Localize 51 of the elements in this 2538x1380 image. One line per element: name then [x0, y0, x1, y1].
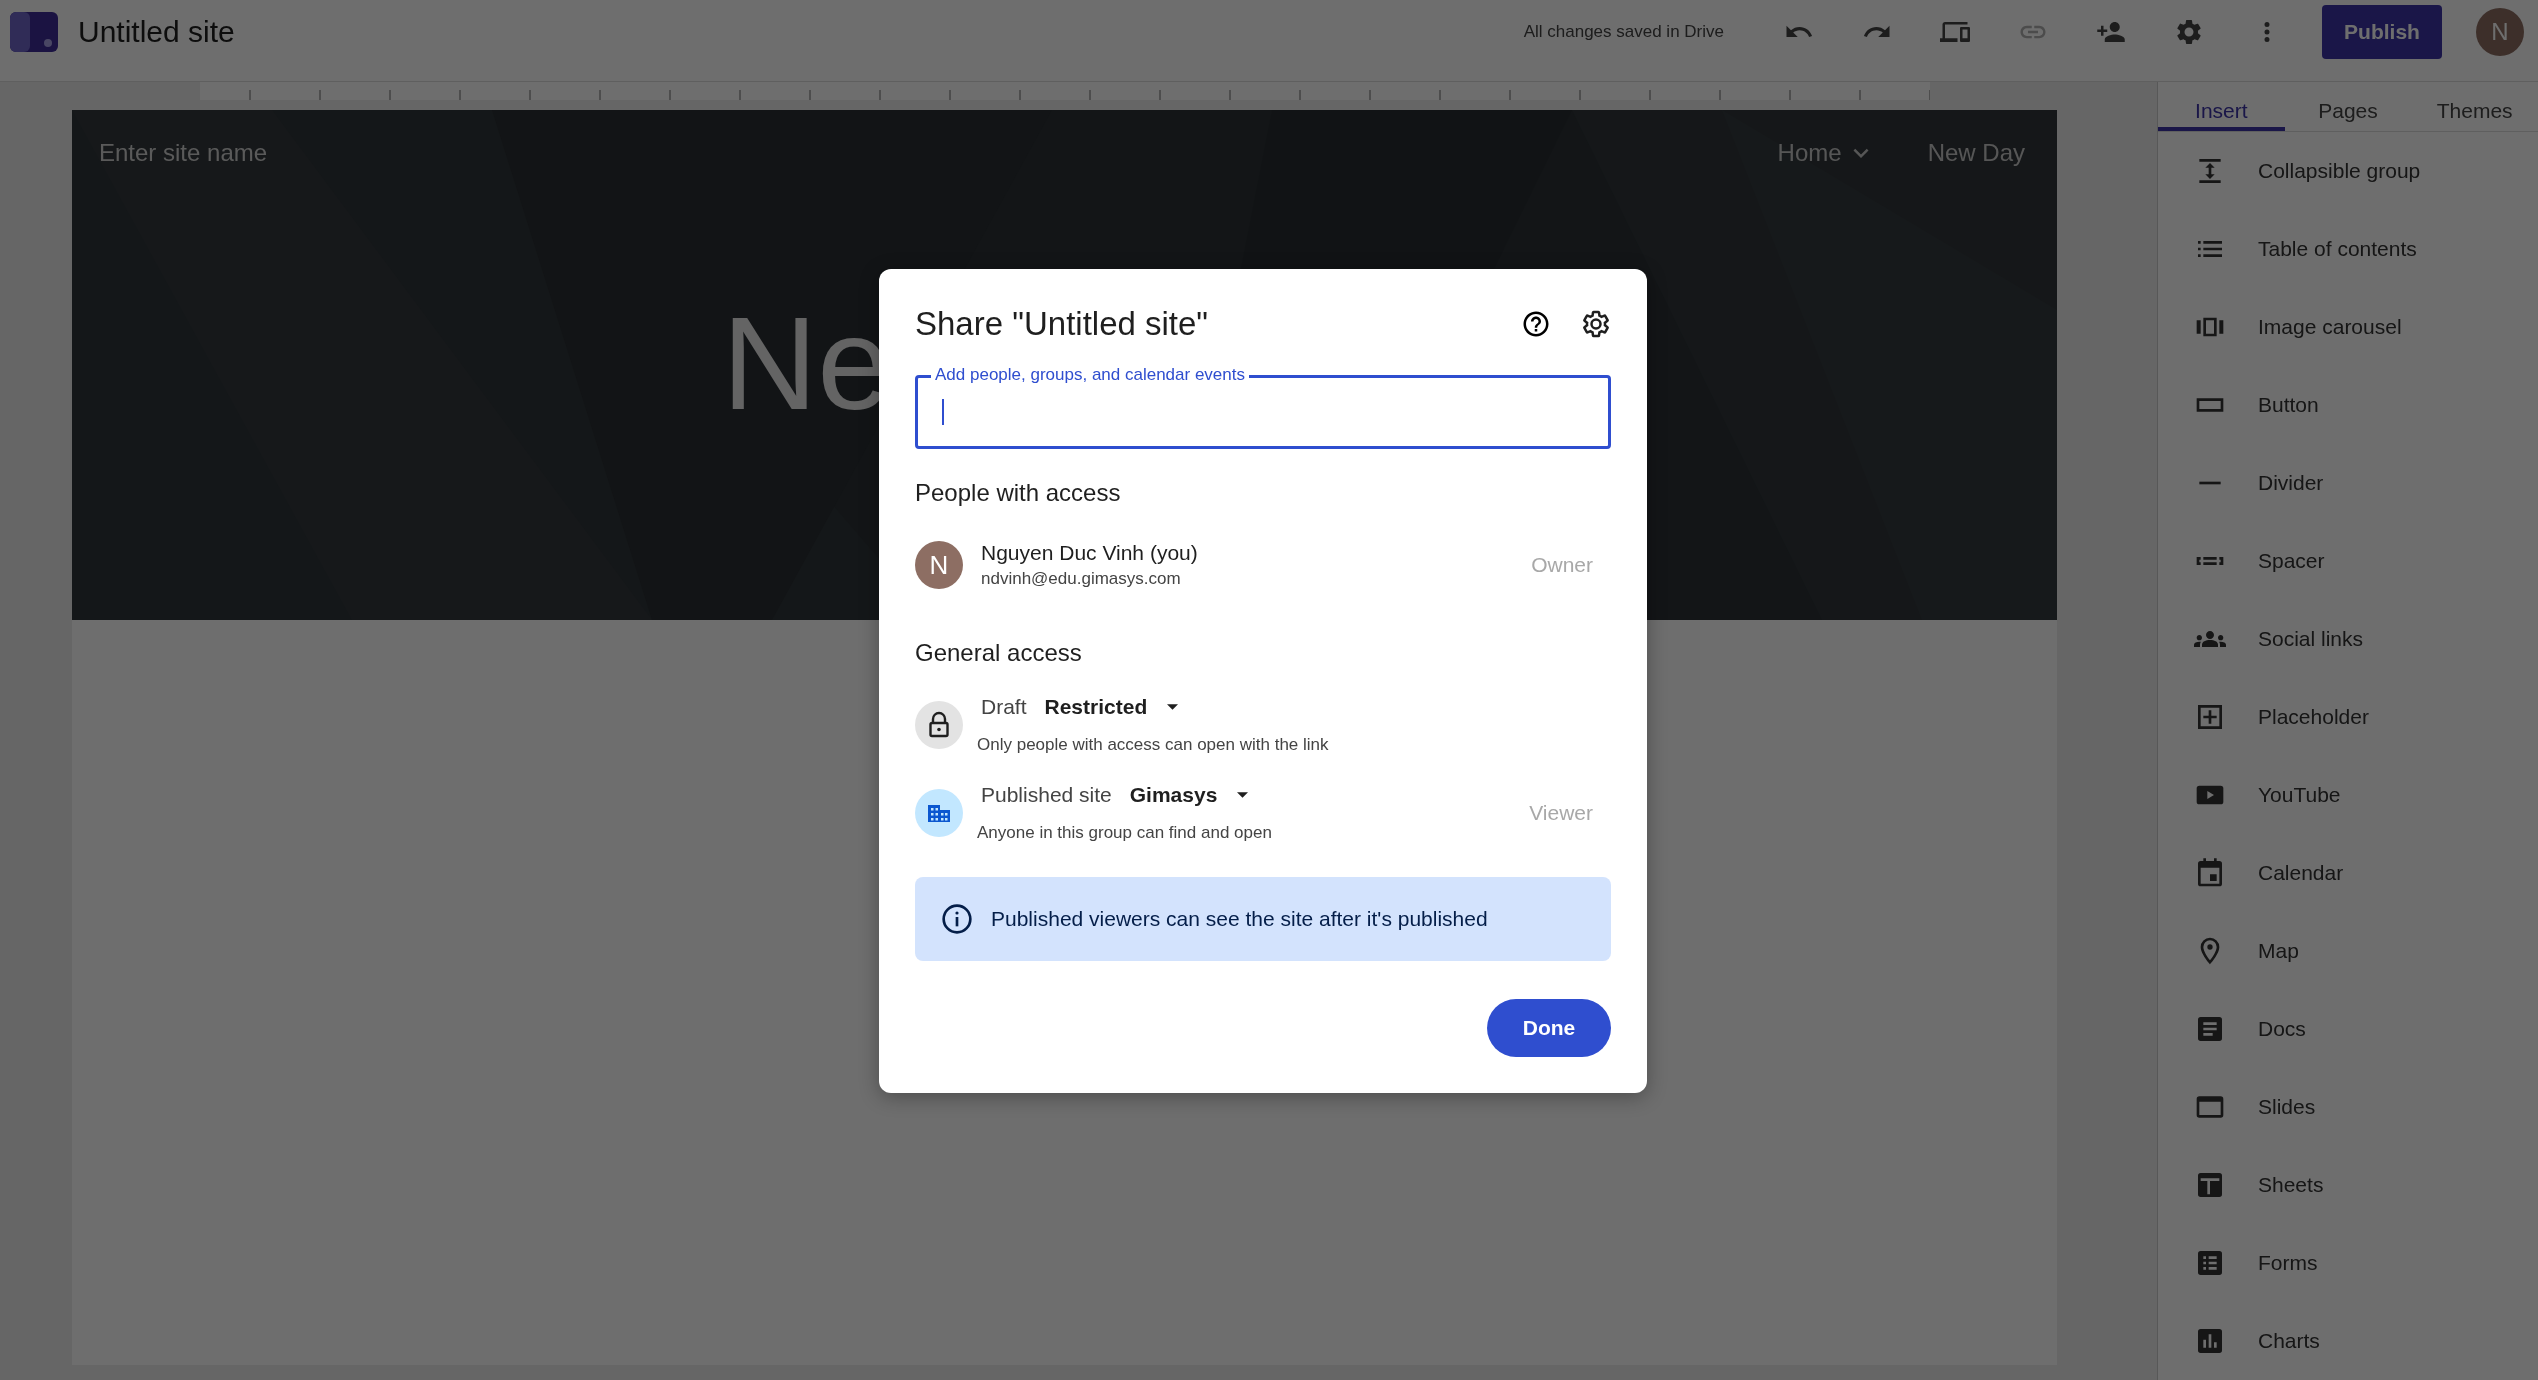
user-avatar: N	[915, 541, 963, 589]
info-icon	[941, 903, 973, 935]
insert-item[interactable]: Sheets	[2258, 1173, 2324, 1197]
info-text: Published viewers can see the site after it's published	[991, 907, 1488, 931]
nav-link[interactable]: New Day	[1927, 138, 2025, 168]
insert-item[interactable]: Button	[2258, 393, 2319, 417]
access-description: Anyone in this group can find and open	[977, 823, 1273, 843]
access-scope: Draft	[981, 695, 1027, 719]
insert-item[interactable]: Forms	[2258, 1251, 2318, 1275]
panel-tab[interactable]: Pages	[2284, 82, 2412, 131]
help-icon[interactable]	[1521, 309, 1551, 339]
user-email: ndvinh@edu.gimasys.com	[981, 569, 1182, 589]
insert-item[interactable]: Docs	[2258, 1017, 2306, 1041]
publish-button[interactable]: Publish	[2322, 4, 2442, 59]
insert-item[interactable]: Placeholder	[2258, 705, 2369, 729]
site-title[interactable]: Untitled site	[78, 14, 235, 49]
done-button[interactable]: Done	[1487, 999, 1611, 1057]
access-description: Only people with access can open with the link	[977, 735, 1330, 755]
insert-item[interactable]: Image carousel	[2258, 315, 2402, 339]
insert-item[interactable]: Collapsible group	[2258, 159, 2421, 183]
insert-item[interactable]: YouTube	[2258, 783, 2341, 807]
building-icon	[915, 789, 963, 837]
settings-icon[interactable]	[1581, 309, 1611, 339]
insert-item[interactable]: Spacer	[2258, 549, 2325, 573]
access-scope: Published site	[981, 783, 1112, 807]
account-avatar[interactable]: N	[2476, 7, 2524, 56]
section-heading: People with access	[915, 479, 1122, 507]
insert-item[interactable]: Social links	[2258, 627, 2364, 651]
insert-item[interactable]: Calendar	[2258, 861, 2344, 885]
panel-tab[interactable]: Insert	[2158, 82, 2285, 131]
insert-item[interactable]: Table of contents	[2258, 237, 2417, 261]
text-cursor	[942, 399, 944, 425]
access-dropdown[interactable]: Restricted	[1044, 695, 1179, 719]
caret-icon[interactable]	[1237, 792, 1249, 798]
role-label: Owner	[1531, 553, 1593, 577]
role-label: Viewer	[1529, 801, 1593, 825]
insert-item[interactable]: Charts	[2258, 1329, 2320, 1353]
caret-icon[interactable]	[1167, 704, 1179, 710]
save-status: All changes saved in Drive	[1523, 21, 1724, 42]
access-dropdown[interactable]: Gimasys	[1129, 783, 1249, 807]
section-heading: General access	[915, 639, 1083, 667]
user-name: Nguyen Duc Vinh (you)	[981, 541, 1199, 565]
lock-icon	[915, 701, 963, 749]
insert-item[interactable]: Divider	[2258, 471, 2324, 495]
insert-item[interactable]: Slides	[2258, 1095, 2316, 1119]
dialog-title: Share "Untitled site"	[915, 305, 1210, 343]
panel-tab[interactable]: Themes	[2411, 82, 2538, 131]
sites-logo-icon[interactable]	[10, 11, 58, 52]
insert-item[interactable]: Map	[2258, 939, 2299, 963]
site-name-placeholder[interactable]: Enter site name	[99, 139, 268, 167]
nav-link[interactable]: Home	[1777, 138, 1876, 168]
